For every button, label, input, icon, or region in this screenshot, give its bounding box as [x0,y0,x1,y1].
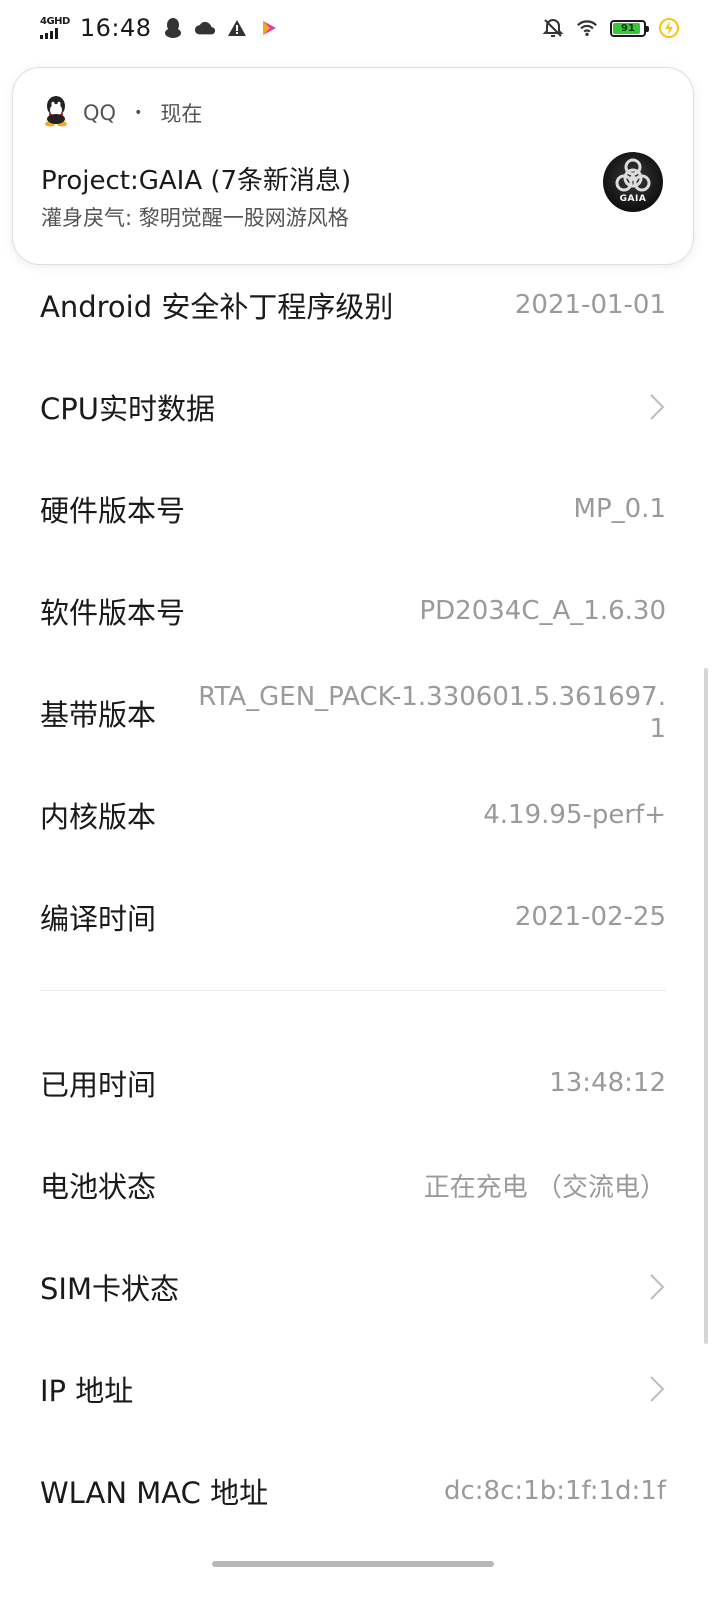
video-app-icon [258,17,280,39]
info-row[interactable]: SIM卡状态 [0,1236,720,1338]
info-row-label: 电池状态 [40,1170,157,1204]
info-row-label: 编译时间 [40,902,157,936]
info-row-label: 硬件版本号 [40,494,186,528]
chevron-right-icon [648,1374,666,1404]
info-row-label: 软件版本号 [40,596,186,630]
chevron-right-icon [648,392,666,422]
info-row: 硬件版本号 MP_0.1 [0,458,720,560]
section-divider [0,968,720,1032]
screen: 4GHD 16:48 91 QQ • 现在 Project:GAIA (7条新消… [0,0,720,1600]
info-group-1: Android 安全补丁程序级别 2021-01-01 CPU实时数据 硬件版本号 MP… [0,254,720,968]
chevron-right-icon [648,1272,666,1302]
info-row-value: PD2034C_A_1.6.30 [419,596,666,626]
info-row-label: SIM卡状态 [40,1272,179,1306]
status-bar-left: 4GHD 16:48 [40,14,280,42]
info-row-value: RTA_GEN_PACK-1.330601.5.361697.1 [198,682,666,744]
info-row-label: CPU实时数据 [40,392,215,426]
info-row: 电池状态 正在充电 （交流电） [0,1134,720,1236]
status-bar: 4GHD 16:48 91 [0,0,720,56]
info-row-value: 13:48:12 [549,1068,666,1098]
info-row: Android 安全补丁程序级别 2021-01-01 [0,254,720,356]
qq-app-icon [41,94,71,132]
separator-dot: • [134,105,143,121]
status-time: 16:48 [79,14,152,42]
info-row: 软件版本号 PD2034C_A_1.6.30 [0,560,720,662]
info-row-label: WLAN MAC 地址 [40,1476,269,1510]
info-group-2: 已用时间 13:48:12 电池状态 正在充电 （交流电） SIM卡状态 IP 地址 WLA… [0,1032,720,1542]
notification-title: Project:GAIA (7条新消息) [41,166,352,196]
home-indicator[interactable] [212,1561,494,1567]
qq-icon [162,17,184,39]
bell-off-icon [542,17,564,39]
biohazard-icon [615,158,651,192]
info-row-value: 正在充电 （交流电） [423,1172,666,1203]
battery-level-text: 91 [621,22,635,34]
info-row-label: 内核版本 [40,800,157,834]
info-row: 内核版本 4.19.95-perf+ [0,764,720,866]
status-bar-right: 91 [542,17,680,39]
cloud-icon [194,17,216,39]
info-row-value: 2021-01-01 [514,290,666,320]
warning-icon [226,17,248,39]
avatar: GAIA [603,152,663,212]
scrollbar[interactable] [704,668,708,1344]
info-row: 基带版本 RTA_GEN_PACK-1.330601.5.361697.1 [0,662,720,764]
info-row[interactable]: CPU实时数据 [0,356,720,458]
notification-body: 灌身戾气: 黎明觉醒一股网游风格 [41,206,349,230]
notification-header: QQ • 现在 [41,94,202,132]
notification-card[interactable]: QQ • 现在 Project:GAIA (7条新消息) 灌身戾气: 黎明觉醒一… [12,67,694,265]
info-row: 已用时间 13:48:12 [0,1032,720,1134]
network-type-label: 4GHD [40,16,70,27]
info-row-value: 4.19.95-perf+ [483,800,666,830]
notification-time: 现在 [160,102,203,126]
info-row-label: 已用时间 [40,1068,157,1102]
charging-icon [658,17,680,39]
notification-app-name: QQ [83,101,117,125]
device-info-list: Android 安全补丁程序级别 2021-01-01 CPU实时数据 硬件版本号 MP… [0,254,720,1542]
info-row-label: Android 安全补丁程序级别 [40,290,394,324]
info-row-label: IP 地址 [40,1374,134,1408]
wifi-icon [576,17,598,39]
info-row: 编译时间 2021-02-25 [0,866,720,968]
cellular-signal-icon: 4GHD [40,17,70,39]
info-row-value: MP_0.1 [573,494,666,524]
info-row-value: dc:8c:1b:1f:1d:1f [444,1476,666,1506]
info-row-value: 2021-02-25 [514,902,666,932]
info-row[interactable]: IP 地址 [0,1338,720,1440]
info-row-label: 基带版本 [40,698,157,732]
signal-bars [40,28,58,39]
battery-icon: 91 [610,19,649,37]
info-row: WLAN MAC 地址 dc:8c:1b:1f:1d:1f [0,1440,720,1542]
